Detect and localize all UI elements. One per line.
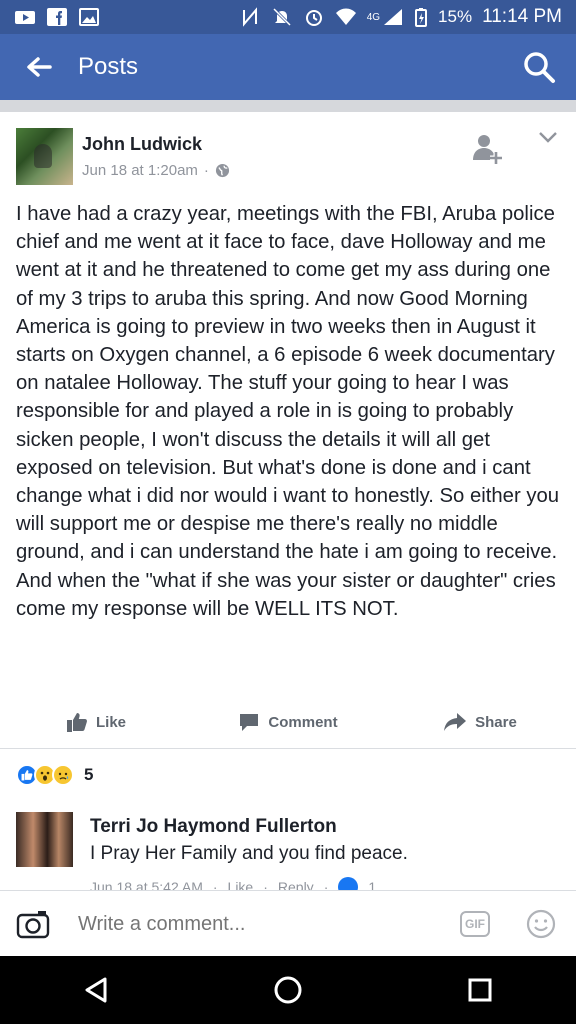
triangle-back-icon — [85, 977, 107, 1003]
search-icon[interactable] — [522, 50, 556, 84]
battery-icon — [415, 8, 428, 27]
like-button[interactable]: Like — [0, 700, 192, 744]
clock: 11:14 PM — [482, 6, 562, 27]
comment-time: Jun 18 at 5:42 AM — [90, 879, 203, 890]
actions-divider — [0, 748, 576, 749]
divider — [0, 100, 576, 112]
comment-composer: GIF — [0, 890, 576, 956]
square-recents-icon — [468, 978, 492, 1002]
post-actions: Like Comment Share — [0, 700, 576, 744]
network-label: 4G — [366, 11, 381, 23]
comment-text: I Pray Her Family and you find peace. — [90, 843, 408, 864]
author-name[interactable]: John Ludwick — [82, 134, 202, 155]
mute-icon — [272, 7, 291, 27]
sad-reaction-icon — [52, 764, 74, 786]
app-bar: Posts — [0, 34, 576, 100]
post-card: John Ludwick Jun 18 at 1:20am · I have h… — [0, 112, 576, 890]
share-button[interactable]: Share — [384, 700, 576, 744]
author-avatar[interactable] — [16, 128, 73, 185]
comment-meta-separator: · — [323, 879, 329, 890]
like-label: Like — [95, 713, 126, 731]
share-label: Share — [475, 713, 517, 731]
comment-reply-button[interactable]: Reply — [278, 879, 314, 890]
video-icon — [15, 11, 35, 24]
system-nav-bar — [0, 956, 576, 1024]
comment-like-badge-icon — [338, 877, 359, 890]
status-left — [14, 7, 100, 27]
image-icon — [79, 8, 99, 26]
reaction-count: 5 — [84, 765, 94, 784]
page-title: Posts — [78, 53, 139, 80]
circle-home-icon — [274, 976, 302, 1004]
comment-like-button[interactable]: Like — [228, 879, 254, 890]
nav-back-button[interactable] — [76, 970, 116, 1010]
comment-meta-separator: · — [263, 879, 268, 890]
chevron-down-icon[interactable] — [538, 130, 558, 144]
battery-percent: 15% — [438, 7, 473, 26]
globe-icon — [215, 163, 229, 178]
reactions-summary[interactable]: 5 — [16, 764, 93, 786]
nfc-icon — [242, 7, 257, 27]
back-button[interactable] — [0, 34, 78, 100]
commenter-name[interactable]: Terri Jo Haymond Fullerton — [90, 816, 337, 838]
comment-like-count: 1 — [368, 879, 377, 890]
camera-icon[interactable] — [16, 909, 50, 939]
gif-button[interactable]: GIF — [460, 911, 490, 937]
status-bar: 4G 15% 11:14 PM — [0, 0, 576, 34]
post-meta: Jun 18 at 1:20am · — [82, 162, 230, 179]
nav-recents-button[interactable] — [460, 970, 500, 1010]
post-time[interactable]: Jun 18 at 1:20am — [82, 162, 198, 179]
nav-home-button[interactable] — [268, 970, 308, 1010]
facebook-icon — [47, 8, 67, 26]
comment-input[interactable] — [78, 911, 438, 937]
wifi-icon — [335, 8, 356, 25]
commenter-avatar[interactable] — [16, 812, 73, 867]
thumbs-up-icon — [66, 713, 87, 732]
arrow-left-icon — [27, 57, 52, 77]
comment-meta: Jun 18 at 5:42 AM · Like · Reply · 1 — [90, 877, 376, 890]
meta-separator: · — [203, 162, 209, 179]
post-body: I have had a crazy year, meetings with t… — [16, 203, 565, 620]
comment-label: Comment — [268, 713, 338, 731]
comment-meta-separator: · — [212, 879, 218, 890]
signal-icon — [384, 9, 403, 25]
comment-icon — [240, 714, 259, 731]
status-right: 4G 15% 11:14 PM — [239, 6, 562, 28]
share-icon — [444, 713, 467, 731]
smiley-icon[interactable] — [526, 909, 556, 939]
add-friend-icon[interactable] — [470, 132, 504, 166]
alarm-icon — [305, 10, 322, 26]
comment-button[interactable]: Comment — [192, 700, 384, 744]
